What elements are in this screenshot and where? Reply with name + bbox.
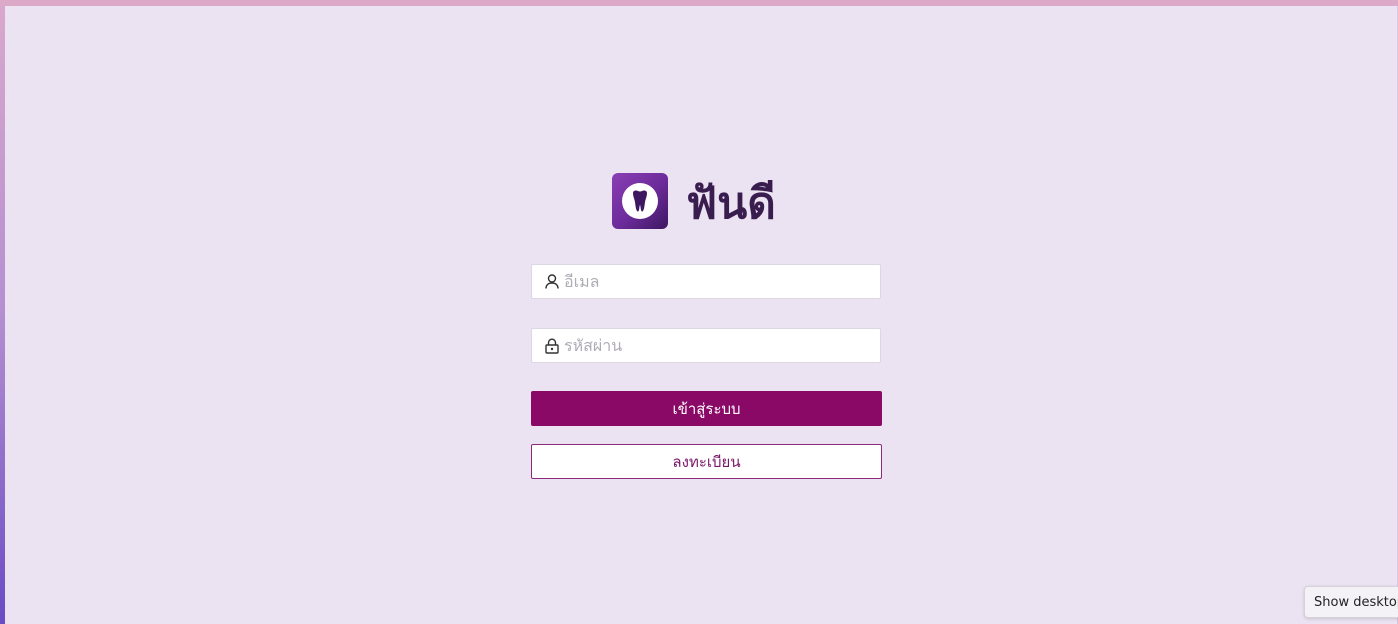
tooth-icon (612, 173, 668, 229)
email-field[interactable] (531, 264, 881, 299)
password-field[interactable] (531, 328, 881, 363)
browser-viewport (5, 6, 1398, 624)
show-desktop-tooltip: Show desktop (1304, 586, 1398, 618)
register-button[interactable]: ลงทะเบียน (531, 444, 882, 479)
password-input[interactable] (564, 329, 880, 362)
login-button[interactable]: เข้าสู่ระบบ (531, 391, 882, 426)
lock-icon (544, 337, 560, 354)
email-input[interactable] (564, 265, 880, 298)
brand-header: ฟันดี (612, 170, 776, 230)
user-icon (544, 274, 560, 290)
app-title: ฟันดี (686, 178, 776, 229)
